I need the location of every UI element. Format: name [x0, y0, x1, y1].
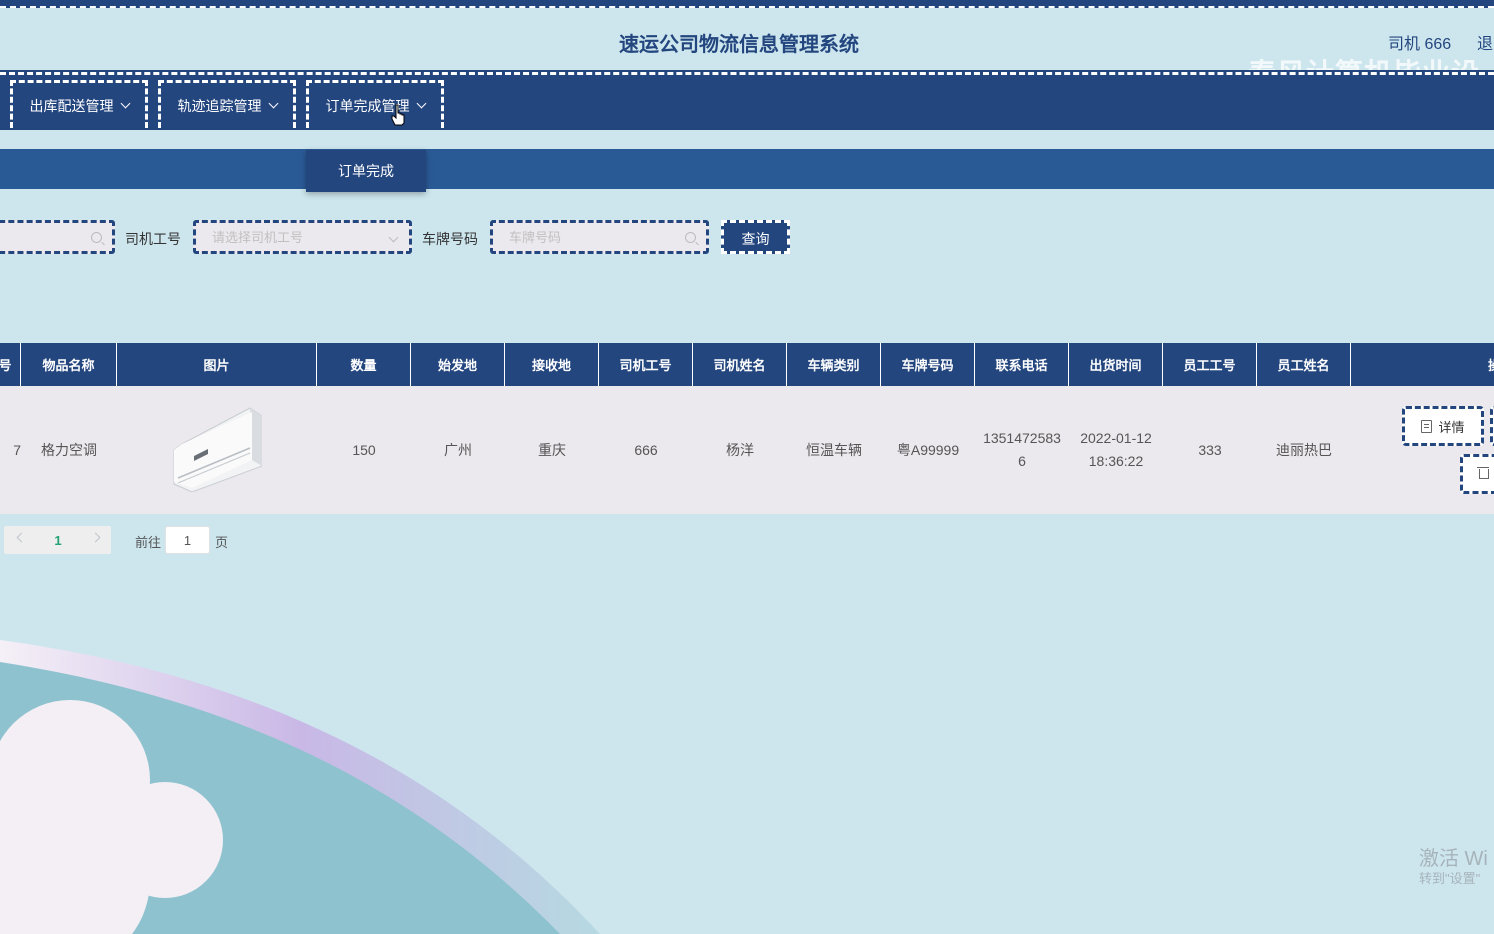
- column-header-origin: 始发地: [411, 343, 505, 386]
- cell-driver-name: 杨洋: [726, 441, 754, 458]
- column-header-driver-id: 司机工号: [599, 343, 693, 386]
- nav-item-label: 出库配送管理: [29, 97, 114, 114]
- column-header-staff-name: 员工姓名: [1257, 343, 1351, 386]
- nav-dashed-divider: [0, 72, 1494, 75]
- goto-label: 前往: [135, 535, 162, 550]
- windows-activation-title: 激活 Wi: [1419, 848, 1488, 870]
- chevron-down-icon: [416, 98, 426, 109]
- plate-search-field[interactable]: [490, 220, 709, 254]
- delete-button[interactable]: [1460, 454, 1494, 494]
- query-button[interactable]: 查询: [721, 220, 790, 254]
- column-header-item-name: 物品名称: [21, 343, 117, 386]
- column-header-image: 图片: [117, 343, 317, 386]
- breadcrumb-band: [0, 149, 1494, 189]
- page-number-current[interactable]: 1: [44, 526, 72, 554]
- cell-vehicle-type: 恒温车辆: [806, 441, 862, 458]
- dropdown-item-order-complete[interactable]: 订单完成: [306, 150, 426, 192]
- nav-item-track-management[interactable]: 轨迹追踪管理: [158, 80, 296, 128]
- pagination: 1: [4, 526, 111, 554]
- nav-item-outbound-delivery[interactable]: 出库配送管理: [10, 80, 148, 128]
- trash-icon: [1477, 467, 1489, 479]
- current-user-label: 司机 666: [1388, 36, 1452, 53]
- cell-index: 7: [13, 441, 21, 458]
- page-unit-label: 页: [215, 535, 229, 550]
- driver-id-label: 司机工号: [125, 231, 181, 247]
- hand-cursor-icon: [391, 104, 405, 126]
- main-nav: 出库配送管理 轨迹追踪管理 订单完成管理: [0, 70, 1494, 130]
- cell-staff-name: 迪丽热巴: [1276, 441, 1332, 458]
- chevron-down-icon: [268, 98, 278, 109]
- column-header-ship-time: 出货时间: [1069, 343, 1163, 386]
- search-icon: [91, 232, 102, 243]
- column-header-driver-name: 司机姓名: [693, 343, 787, 386]
- cell-destination: 重庆: [538, 441, 566, 458]
- detail-button-label: 详情: [1438, 419, 1465, 435]
- cell-quantity: 150: [352, 441, 376, 458]
- column-header-quantity: 数量: [317, 343, 411, 386]
- cell-phone: 13514725836: [983, 430, 1061, 469]
- chevron-down-icon: [388, 232, 399, 243]
- column-header-vehicle-type: 车辆类别: [787, 343, 881, 386]
- driver-id-select[interactable]: [193, 220, 412, 254]
- column-header-actions: 操: [1351, 343, 1494, 386]
- table-row: 7 格力空调 150 广州 重庆 666 杨洋 恒温车辆 粤A99999 135…: [0, 386, 1494, 514]
- plate-input[interactable]: [507, 228, 661, 246]
- column-header-phone: 联系电话: [975, 343, 1069, 386]
- cell-item-name: 格力空调: [41, 441, 97, 458]
- chevron-right-icon[interactable]: [90, 532, 101, 543]
- cell-ship-time: 2022-01-12 18:36:22: [1080, 430, 1152, 469]
- air-conditioner-image: [173, 407, 262, 492]
- plate-label: 车牌号码: [422, 231, 478, 247]
- search-icon: [685, 232, 696, 243]
- top-decorative-strip: [0, 0, 1494, 8]
- goto-page-input[interactable]: [165, 526, 210, 554]
- cell-driver-id: 666: [634, 441, 658, 458]
- driver-id-input[interactable]: [210, 228, 364, 246]
- column-header-staff-id: 员工工号: [1163, 343, 1257, 386]
- background-cloud-decoration: [0, 640, 600, 934]
- edit-button[interactable]: [1490, 406, 1494, 446]
- app-header: 速运公司物流信息管理系统 司机 666 退 春风计算机毕业设: [0, 8, 1494, 89]
- chevron-down-icon: [120, 98, 130, 109]
- logout-link[interactable]: 退: [1477, 30, 1493, 54]
- document-icon: [1421, 419, 1433, 433]
- table-header: 号 物品名称 图片 数量 始发地 接收地 司机工号 司机姓名 车辆类别 车牌号码…: [0, 343, 1494, 386]
- cell-staff-id: 333: [1198, 441, 1222, 458]
- detail-button[interactable]: 详情: [1402, 406, 1484, 446]
- column-header-index: 号: [0, 343, 21, 386]
- search-first-field[interactable]: [0, 220, 161, 254]
- chevron-left-icon[interactable]: [16, 532, 27, 543]
- column-header-plate: 车牌号码: [881, 343, 975, 386]
- nav-item-order-completion[interactable]: 订单完成管理: [306, 80, 444, 128]
- cell-origin: 广州: [444, 441, 472, 458]
- windows-activation-subtitle: 转到"设置": [1419, 871, 1481, 886]
- column-header-destination: 接收地: [505, 343, 599, 386]
- nav-item-label: 轨迹追踪管理: [177, 97, 262, 114]
- cell-plate: 粤A99999: [896, 441, 960, 458]
